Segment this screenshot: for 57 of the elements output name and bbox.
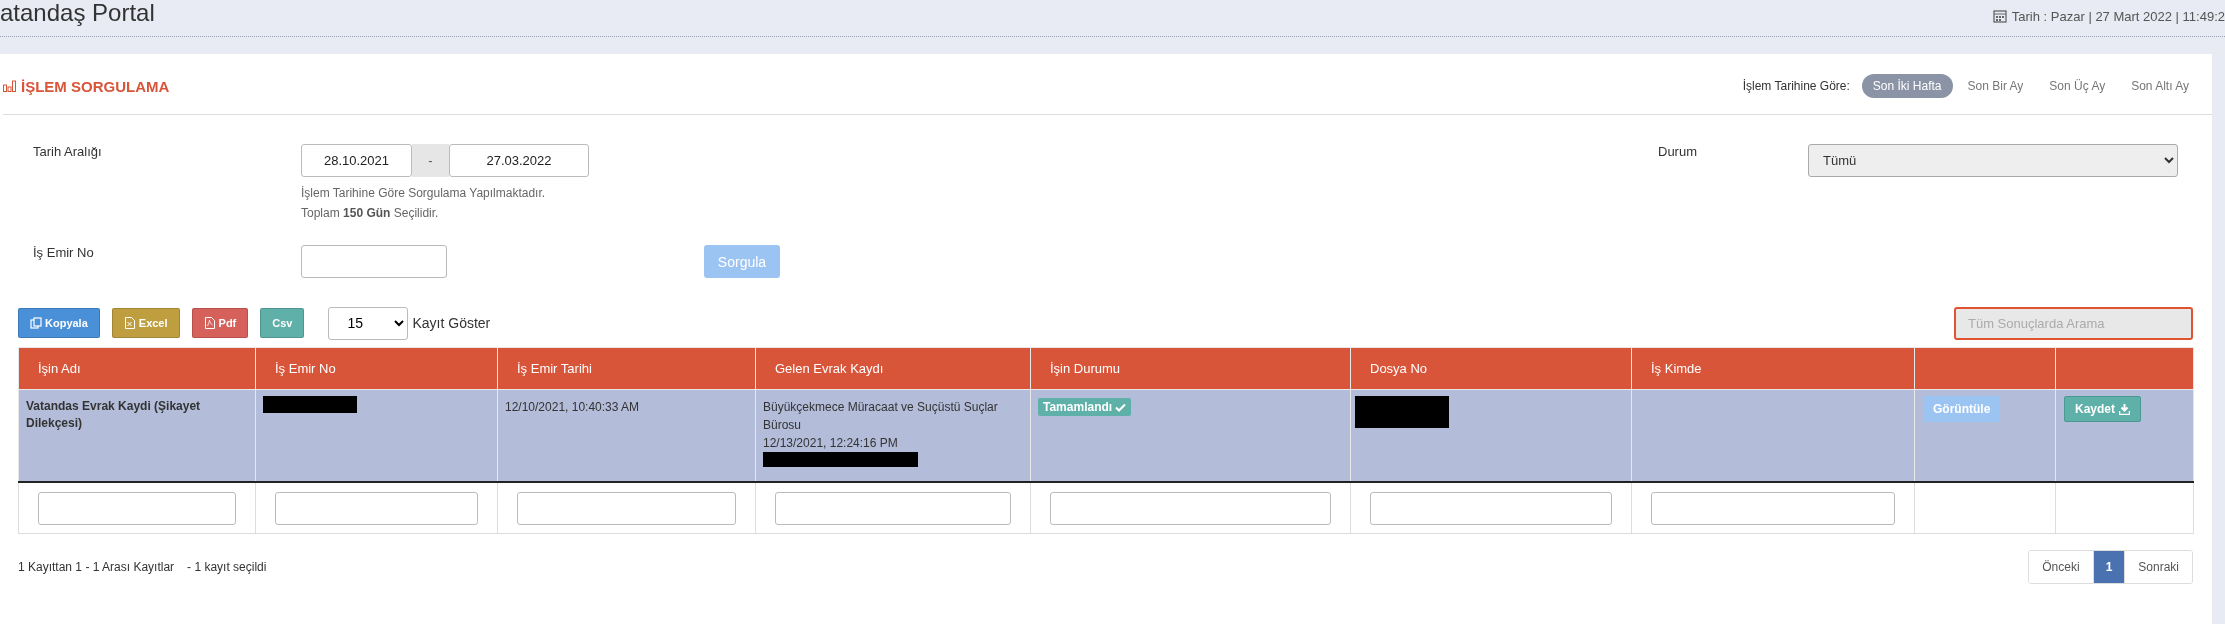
column-filter-field[interactable] [38,491,236,525]
table-row[interactable]: Vatandas Evrak Kaydi (Şikayet Dilekçesi) 12/10/2021, 10:40:33 AM Büyükçekmece Müracaat ve Suçüstü Suçlar Bürosu 12/13/2021, 12:24:16 PM Tamamlandı Görüntüle Kaydet [18,389,2194,482]
selection-info: - 1 kayıt seçildi [187,560,267,574]
range-option[interactable]: Son Bir Ay [1956,74,2035,98]
job-name: Vatandas Evrak Kaydi (Şikayet Dilekçesi) [26,398,202,432]
bar-chart-icon [3,80,17,92]
records-info: 1 Kayıttan 1 - 1 Arası Kayıtlar [18,560,175,574]
download-icon [2119,403,2130,415]
column-header: İş Emir No [255,347,498,390]
check-icon [1115,402,1127,412]
date-hint: İşlem Tarihine Göre Sorgulama Yapılmaktadır. [301,186,547,200]
section-title: İŞLEM SORGULAMA [21,77,170,95]
column-header: Dosya No [1350,347,1632,390]
date-time: Tarih : Pazar | 27 Mart 2022 | 11:49:2 [2011,8,2225,24]
date-range-label: Tarih Aralığı [32,144,103,159]
export-button[interactable]: Pdf [191,308,249,338]
copy-icon [30,317,42,329]
range-option[interactable]: Son Üç Ay [2038,74,2117,98]
column-filter-field[interactable] [1370,491,1612,525]
cell-text: 12/10/2021, 10:40:33 AM [505,399,641,416]
column-filter-field[interactable] [1651,491,1895,525]
column-header: İş Emir Tarihi [497,347,756,390]
page-size-select[interactable]: 15 [328,306,409,340]
cell-text: Büyükçekmece Müracaat ve Suçüstü Suçlar Bürosu [763,399,999,434]
order-no-label: İş Emir No [32,245,95,260]
column-header: İş Kimde [1631,347,1915,390]
spreadsheet-icon [123,317,136,329]
status-label: Durum [1658,144,1698,159]
date-total: Toplam 150 Gün Seçilidir. [301,206,440,220]
column-filter-field[interactable] [275,491,478,525]
column-header: İşin Durumu [1030,347,1351,390]
range-option[interactable]: Son İki Hafta [1861,74,1953,98]
column-filter-field[interactable] [1050,491,1331,525]
order-no-field[interactable] [301,245,447,278]
pagination-button[interactable]: 1 [2092,551,2125,583]
search-field[interactable]: Tüm Sonuçlarda Arama [1954,306,2193,340]
date-separator: - [412,144,449,177]
column-filter-field[interactable] [517,491,736,525]
column-filter-field[interactable] [775,491,1011,525]
calendar-icon [1992,9,2007,23]
pagination-button[interactable]: Sonraki [2124,551,2192,583]
column-header: Gelen Evrak Kaydı [755,347,1031,390]
export-button[interactable]: Kopyala [18,308,100,338]
column-header: İşin Adı [18,347,256,390]
page-title: atandaş Portal [0,0,155,27]
page-size-label: Kayıt Göster [412,315,491,331]
start-date-field[interactable]: 28.10.2021 [301,144,412,177]
export-button[interactable]: Csv [260,308,305,338]
end-date-field[interactable]: 27.03.2022 [449,144,589,177]
export-button[interactable]: Excel [111,308,180,338]
range-option[interactable]: Son Altı Ay [2120,74,2200,98]
cell-text: 12/13/2021, 12:24:16 PM [763,435,899,452]
status-select[interactable]: Tümü [1808,144,2178,177]
range-label: İşlem Tarihine Göre: [1742,79,1850,93]
status-badge: Tamamlandı [1038,398,1132,416]
document-icon [203,317,216,329]
save-button[interactable]: Kaydet [2064,396,2141,422]
